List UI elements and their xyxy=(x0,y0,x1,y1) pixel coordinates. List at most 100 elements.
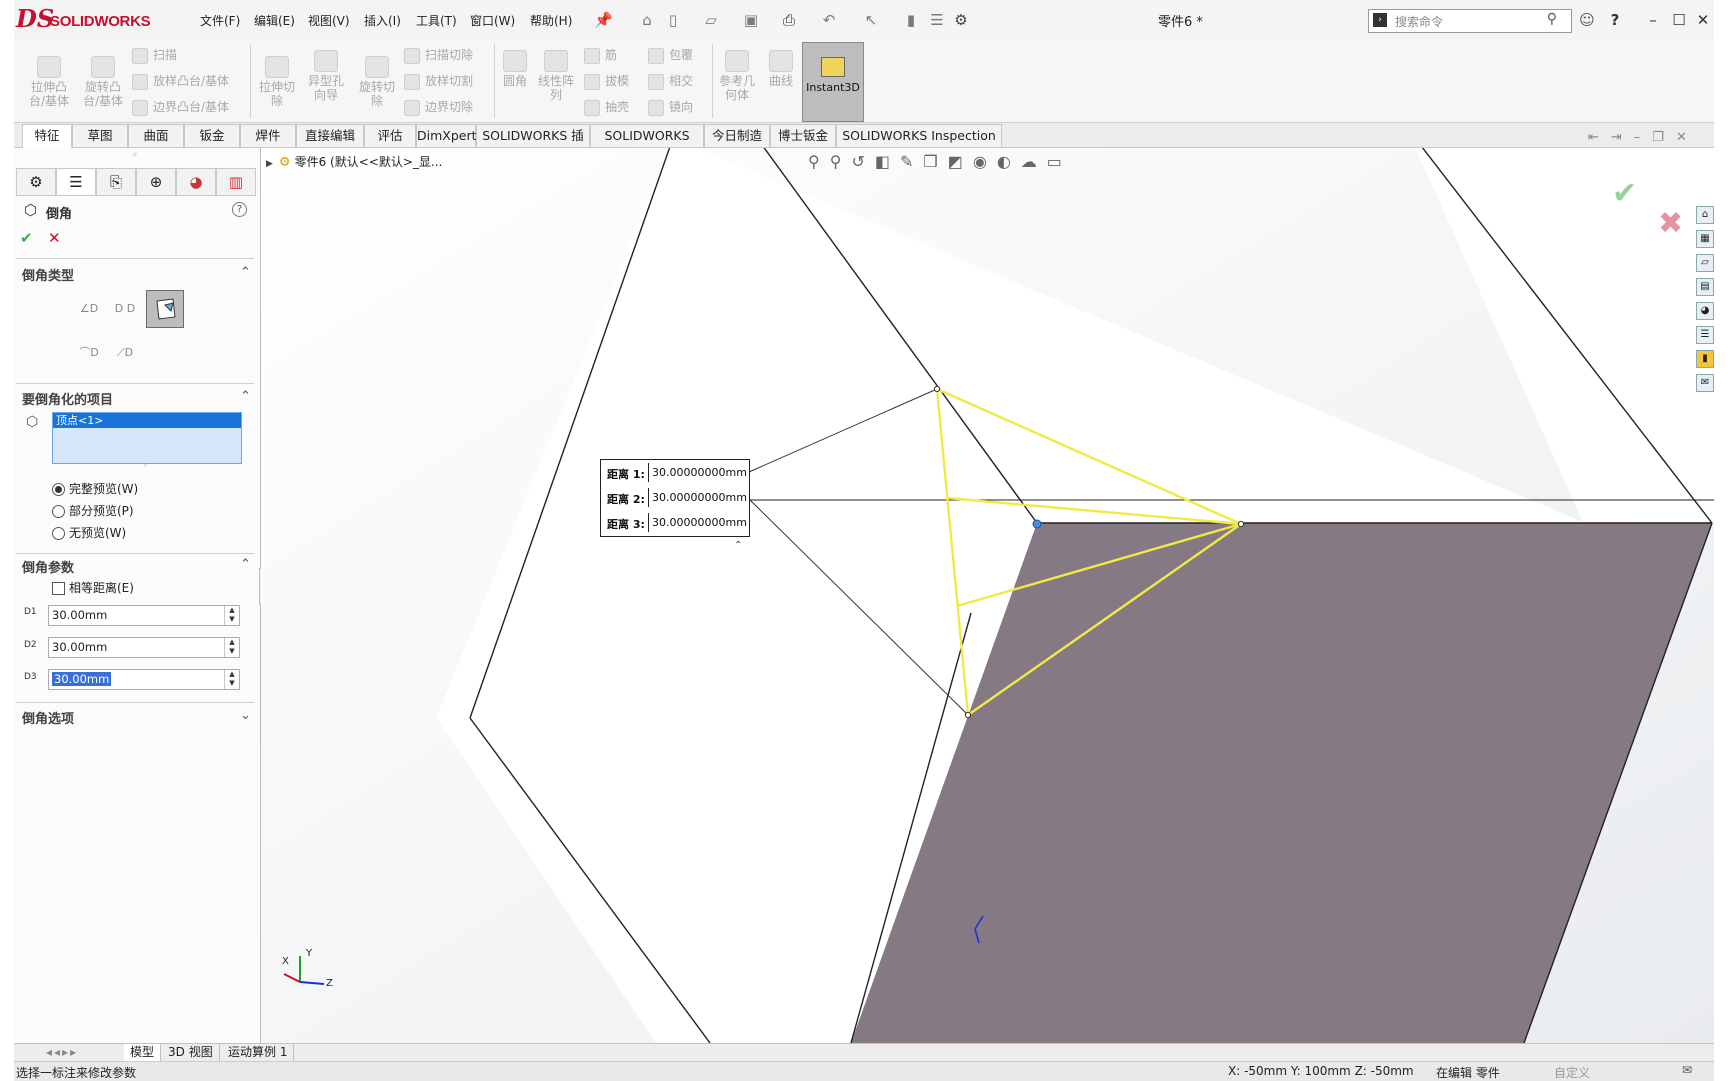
hide-show-icon[interactable]: ◉ xyxy=(973,152,997,171)
zoom-to-fit-icon[interactable]: ⚲ xyxy=(808,152,830,171)
view-settings-icon[interactable]: ▭ xyxy=(1047,152,1072,171)
callout-row-3[interactable]: 距离 3: 30.00000000mm xyxy=(601,510,749,535)
viewport-window-controls[interactable]: ⇤⇥–❐✕ xyxy=(1588,130,1699,145)
equal-distance-option[interactable]: 相等距离(E) xyxy=(52,579,134,596)
curves-button[interactable]: 曲线 xyxy=(764,50,798,88)
confirm-corner-cancel-icon[interactable]: ✖ xyxy=(1658,206,1683,241)
spin-arrows-icon[interactable]: ▲ ▼ xyxy=(224,670,239,689)
status-notification-icon[interactable]: ✉ xyxy=(1682,1063,1692,1077)
view-orientation-icon[interactable]: ❒ xyxy=(923,152,947,171)
selected-item[interactable]: 顶点<1> xyxy=(53,413,241,428)
tab-features[interactable]: 特征 xyxy=(22,124,72,148)
swept-cut-button[interactable]: 扫描切除 xyxy=(404,46,473,64)
no-preview-option[interactable]: 无预览(W) xyxy=(52,524,126,541)
minimize-icon[interactable]: – xyxy=(1644,11,1662,29)
extrude-cut-button[interactable]: 拉伸切除 xyxy=(256,56,298,108)
ref-geometry-button[interactable]: 参考几何体 xyxy=(716,50,758,102)
full-preview-option[interactable]: 完整预览(W) xyxy=(52,480,138,497)
print-icon[interactable]: ⎙ xyxy=(780,11,798,29)
distance-distance-type-icon[interactable]: D D xyxy=(110,294,140,324)
selected-vertex[interactable] xyxy=(1032,519,1042,529)
previous-view-icon[interactable]: ↺ xyxy=(851,152,874,171)
intersect-button[interactable]: 相交 xyxy=(648,72,693,90)
spin-arrows-icon[interactable]: ▲ ▼ xyxy=(224,638,239,657)
shell-button[interactable]: 抽壳 xyxy=(584,98,629,116)
undo-icon[interactable]: ↶ xyxy=(820,11,838,29)
ok-button[interactable]: ✔ xyxy=(20,229,33,247)
options-gear-icon[interactable]: ⚙ xyxy=(952,11,970,29)
cam-tab-icon[interactable]: ▥ xyxy=(216,168,256,196)
new-icon[interactable]: ▯ xyxy=(664,11,682,29)
chamfer-distance-callout[interactable]: 距离 1: 30.00000000mm 距离 2: 30.00000000mm 距离… xyxy=(600,459,750,537)
home-icon[interactable]: ⌂ xyxy=(638,11,656,29)
mirror-button[interactable]: 镜向 xyxy=(648,98,693,116)
partial-preview-radio[interactable] xyxy=(52,505,65,518)
feature-tree-tab-icon[interactable]: ⚙ xyxy=(16,168,56,196)
solidworks-logo[interactable]: DS SOLIDWORKS xyxy=(16,4,166,34)
distance3-value[interactable]: 30.00mm xyxy=(52,672,112,686)
draft-button[interactable]: 拔模 xyxy=(584,72,629,90)
file-explorer-icon[interactable]: ▱ xyxy=(1696,254,1714,272)
callout-value-3[interactable]: 30.00000000mm xyxy=(648,513,750,532)
angle-distance-type-icon[interactable]: ∠D xyxy=(74,294,104,324)
tab-weldments[interactable]: 焊件 xyxy=(240,124,296,148)
full-preview-radio[interactable] xyxy=(52,483,65,496)
distance2-value[interactable]: 30.00mm xyxy=(52,640,107,654)
search-icon[interactable]: ⚲ xyxy=(1547,11,1557,27)
chamfer-options-heading[interactable]: 倒角选项 xyxy=(22,708,74,727)
panel-splitter-handle[interactable]: ◦ xyxy=(132,150,138,161)
menu-tools[interactable]: 工具(T) xyxy=(416,12,457,29)
design-library-icon[interactable]: ▦ xyxy=(1696,230,1714,248)
offset-face-type-icon[interactable]: ⌒D xyxy=(74,338,104,368)
revolve-cut-button[interactable]: 旋转切除 xyxy=(354,56,400,108)
menu-help[interactable]: 帮助(H) xyxy=(530,12,572,29)
dimxpert-tab-icon[interactable]: ⊕ xyxy=(136,168,176,196)
tab-model[interactable]: 模型 xyxy=(124,1044,162,1061)
display-style-icon[interactable]: ◩ xyxy=(948,152,973,171)
close-window-icon[interactable]: ✕ xyxy=(1694,11,1712,29)
tab-sketch[interactable]: 草图 xyxy=(72,124,128,148)
cancel-button[interactable]: ✕ xyxy=(48,229,61,247)
list-resize-handle[interactable]: ◦ xyxy=(143,461,148,471)
search-commands-input[interactable]: › 搜索命令 ⚲ xyxy=(1368,9,1572,33)
distance1-spinbox[interactable]: 30.00mm ▲ ▼ xyxy=(48,605,240,626)
lofted-cut-button[interactable]: 放样切割 xyxy=(404,72,473,90)
fillet-button[interactable]: 圆角 xyxy=(500,50,530,88)
tab-manufacturing[interactable]: 今日制造 xyxy=(704,124,770,148)
expand-arrow-icon[interactable]: ▶ xyxy=(266,159,273,169)
maximize-icon[interactable]: ☐ xyxy=(1670,11,1688,29)
collapse-chevron-icon[interactable]: ⌃ xyxy=(240,557,251,572)
expand-chevron-icon[interactable]: ⌄ xyxy=(240,708,251,723)
forum-icon[interactable]: ✉ xyxy=(1696,374,1714,392)
tab-direct-edit[interactable]: 直接编辑 xyxy=(296,124,364,148)
tab-motion-study[interactable]: 运动算例 1 xyxy=(222,1044,295,1061)
help-icon[interactable]: ? xyxy=(1606,11,1624,29)
distance1-value[interactable]: 30.00mm xyxy=(52,608,107,622)
property-manager-tab-icon[interactable]: ☰ xyxy=(56,168,96,196)
menu-view[interactable]: 视图(V) xyxy=(308,12,350,29)
tab-3d-views[interactable]: 3D 视图 xyxy=(162,1044,220,1061)
scene-icon[interactable]: ☁ xyxy=(1021,152,1047,171)
appearance-tab-icon[interactable]: ◕ xyxy=(176,168,216,196)
collapse-chevron-icon[interactable]: ⌃ xyxy=(240,265,251,280)
pin-icon[interactable]: 📌 xyxy=(594,11,613,29)
config-manager-tab-icon[interactable]: ⎘ xyxy=(96,168,136,196)
items-to-chamfer-heading[interactable]: 要倒角化的项目 xyxy=(22,389,113,408)
vertex-chamfer-type-icon[interactable] xyxy=(146,290,184,328)
boundary-boss-button[interactable]: 边界凸台/基体 xyxy=(132,98,229,116)
help-button[interactable]: ? xyxy=(232,202,247,217)
chamfer-type-heading[interactable]: 倒角类型 xyxy=(22,265,74,284)
appearances-icon[interactable]: ◕ xyxy=(1696,302,1714,320)
callout-value-1[interactable]: 30.00000000mm xyxy=(648,463,750,482)
tab-evaluate[interactable]: 评估 xyxy=(364,124,416,148)
rebuild-icon[interactable]: ▮ xyxy=(902,11,920,29)
edit-appearance-icon[interactable]: ◐ xyxy=(997,152,1021,171)
no-preview-radio[interactable] xyxy=(52,527,65,540)
tab-dr-sheetmetal[interactable]: 博士钣金 xyxy=(770,124,836,148)
rib-button[interactable]: 筋 xyxy=(584,46,617,64)
loft-boss-button[interactable]: 放样凸台/基体 xyxy=(132,72,229,90)
status-units[interactable]: 自定义 xyxy=(1554,1064,1590,1081)
callout-row-1[interactable]: 距离 1: 30.00000000mm xyxy=(601,460,749,485)
extrude-boss-button[interactable]: 拉伸凸台/基体 xyxy=(24,56,74,108)
sweep-button[interactable]: 扫描 xyxy=(132,46,177,64)
